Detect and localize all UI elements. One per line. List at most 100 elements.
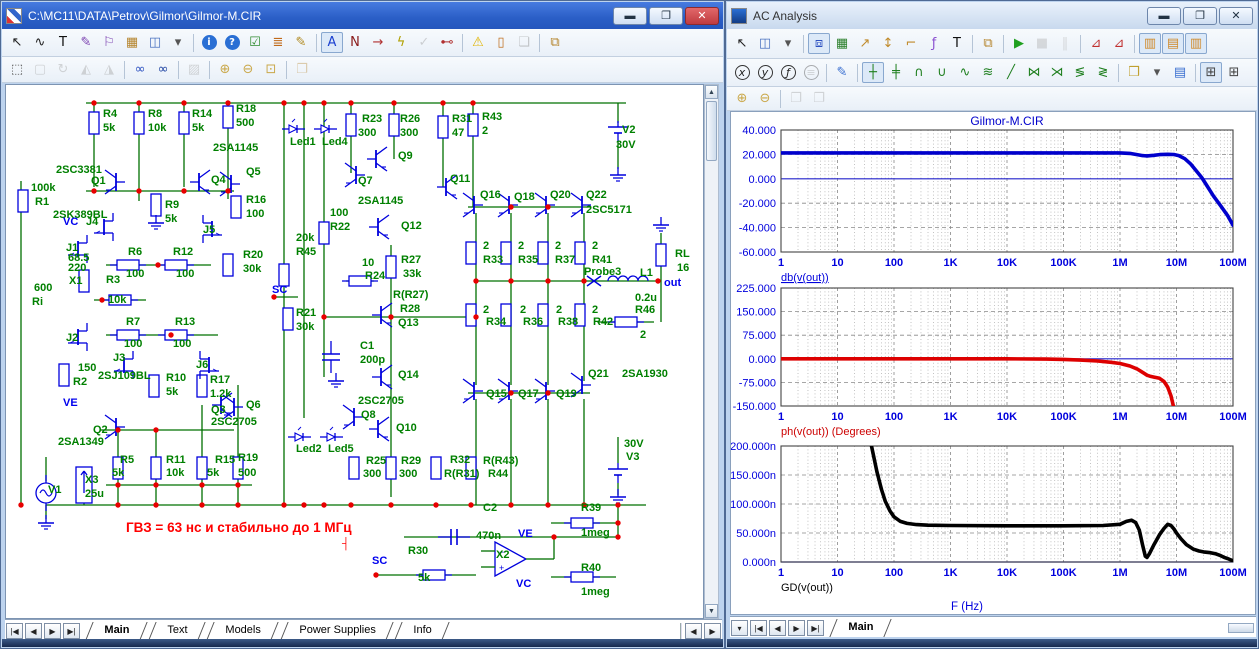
tab-models[interactable]: Models: [207, 622, 280, 640]
resize-grip[interactable]: [1228, 623, 1254, 633]
show-both-panels-icon[interactable]: ▥: [1185, 33, 1207, 54]
minimize-button[interactable]: ▬: [1147, 7, 1181, 25]
format-settings-icon[interactable]: ≡: [800, 62, 822, 83]
zoom-plot-icon[interactable]: ↗: [854, 33, 876, 54]
zoom-in-icon[interactable]: ⊕: [214, 59, 236, 80]
border-display-icon[interactable]: ▯: [490, 32, 512, 53]
analysis-limits-icon[interactable]: ⊿: [1085, 33, 1107, 54]
page-thumbnail-icon[interactable]: ❐: [291, 59, 313, 80]
minimize-button[interactable]: ▬: [613, 7, 647, 25]
show-pin-connections-icon[interactable]: ⊷: [436, 32, 458, 53]
flip-vertical-icon[interactable]: ◮: [98, 59, 120, 80]
schematic-vertical-scrollbar[interactable]: ▲ ▼: [704, 84, 719, 619]
graphics-mode-icon[interactable]: ✎: [75, 32, 97, 53]
flag-mode-icon[interactable]: ⚐: [98, 32, 120, 53]
restore-button[interactable]: ❐: [649, 7, 683, 25]
x-axis-settings-icon[interactable]: x: [731, 62, 753, 83]
numeric-output-icon[interactable]: ▤: [1169, 62, 1191, 83]
show-power-icon[interactable]: ϟ: [390, 32, 412, 53]
cursor-mode-icon[interactable]: ┼: [862, 62, 884, 83]
select-tool-icon[interactable]: ↖: [731, 33, 753, 54]
close-button[interactable]: ✕: [685, 7, 719, 25]
show-attribute-text-icon[interactable]: A: [321, 32, 343, 53]
analysis-titlebar[interactable]: AC Analysis ▬ ❐ ✕: [727, 2, 1257, 29]
box-select-icon[interactable]: ⬚: [6, 59, 28, 80]
file-link-icon[interactable]: ✎: [290, 32, 312, 53]
global-low-icon[interactable]: ≷: [1092, 62, 1114, 83]
copy-page-icon[interactable]: ❐: [785, 88, 807, 109]
pause-icon[interactable]: ‖: [1054, 33, 1076, 54]
command-list-icon[interactable]: ≣: [267, 32, 289, 53]
title-block-icon[interactable]: ❏: [513, 32, 535, 53]
hscroll-right-icon[interactable]: ▶: [704, 623, 721, 639]
zoom-to-fit-icon[interactable]: ⊡: [260, 59, 282, 80]
tab-nav-arrow-icon[interactable]: ▶: [788, 620, 805, 636]
plot-panel[interactable]: 40.00020.0000.000-20.000-40.000-60.00011…: [730, 111, 1256, 615]
tab-main[interactable]: Main: [85, 622, 147, 640]
repeat-last-find-icon[interactable]: ∞: [152, 59, 174, 80]
zoom-out-icon[interactable]: ⊖: [754, 88, 776, 109]
find-icon[interactable]: ∞: [129, 59, 151, 80]
tab-main[interactable]: Main: [829, 619, 891, 637]
tab-nav-arrow-icon[interactable]: |◀: [750, 620, 767, 636]
component-menu-icon[interactable]: ◫: [144, 32, 166, 53]
text-mode-icon[interactable]: T: [946, 33, 968, 54]
pan-mode-icon[interactable]: ⌐: [900, 33, 922, 54]
tab-nav-arrow-icon[interactable]: ▶|: [63, 623, 80, 639]
zoom-in-icon[interactable]: ⊕: [731, 88, 753, 109]
tab-nav-arrow-icon[interactable]: ▶|: [807, 620, 824, 636]
stepping-icon[interactable]: ⊿: [1108, 33, 1130, 54]
rotate-icon[interactable]: ↻: [52, 59, 74, 80]
run-icon[interactable]: ▶: [1008, 33, 1030, 54]
go-to-valley-icon[interactable]: ∪: [931, 62, 953, 83]
scroll-up-icon[interactable]: ▲: [705, 85, 718, 99]
hscroll-left-icon[interactable]: ◀: [685, 623, 702, 639]
y-axis-settings-icon[interactable]: y: [754, 62, 776, 83]
zoom-select-icon[interactable]: ⧈: [808, 33, 830, 54]
tab-nav-arrow-icon[interactable]: ◀: [25, 623, 42, 639]
fx-settings-icon[interactable]: ƒ: [777, 62, 799, 83]
waveform-label[interactable]: GD(v(out)): [781, 582, 833, 594]
help-mode-icon[interactable]: ?: [221, 32, 243, 53]
wire-mode-icon[interactable]: ∿: [29, 32, 51, 53]
global-high-icon[interactable]: ≶: [1069, 62, 1091, 83]
tab-nav-arrow-icon[interactable]: |◀: [6, 623, 23, 639]
track-cursor-icon[interactable]: ╪: [885, 62, 907, 83]
tab-nav-arrow-icon[interactable]: ◀: [769, 620, 786, 636]
low-point-icon[interactable]: ⋊: [1046, 62, 1068, 83]
edit-limits-icon[interactable]: ✎: [831, 62, 853, 83]
warnings-icon[interactable]: ⚠: [467, 32, 489, 53]
component-menu-icon[interactable]: ◫: [754, 33, 776, 54]
normalize-axes-icon[interactable]: ⊞: [1200, 62, 1222, 83]
tab-nav-arrow-icon[interactable]: ▶: [44, 623, 61, 639]
show-plot-panel-icon[interactable]: ▥: [1139, 33, 1161, 54]
go-to-slope-icon[interactable]: ╱: [1000, 62, 1022, 83]
properties-icon[interactable]: ⧉: [544, 32, 566, 53]
tab-power-supplies[interactable]: Power Supplies: [280, 622, 394, 640]
waveform-label[interactable]: db(v(out)): [781, 272, 829, 284]
clear-region-icon[interactable]: ▢: [29, 59, 51, 80]
properties-icon[interactable]: ⧉: [977, 33, 999, 54]
scroll-down-icon[interactable]: ▼: [705, 604, 718, 618]
fx-mode-icon[interactable]: ƒ: [923, 33, 945, 54]
show-node-numbers-icon[interactable]: N: [344, 32, 366, 53]
smooth-mode-icon[interactable]: ≋: [977, 62, 999, 83]
schematic-titlebar[interactable]: C:\MC11\DATA\Petrov\Gilmor\Gilmor-M.CIR …: [2, 2, 723, 29]
clipboard-dropdown-icon[interactable]: ▾: [1146, 62, 1168, 83]
stop-icon[interactable]: ■: [1031, 33, 1053, 54]
info-mode-icon[interactable]: i: [198, 32, 220, 53]
flip-horizontal-icon[interactable]: ◭: [75, 59, 97, 80]
scroll-thumb[interactable]: [706, 101, 717, 161]
scope-mode-icon[interactable]: ▦: [831, 33, 853, 54]
vertical-scale-icon[interactable]: ↕: [877, 33, 899, 54]
text-mode-icon[interactable]: T: [52, 32, 74, 53]
show-conditions-icon[interactable]: ✓: [413, 32, 435, 53]
go-to-peak-icon[interactable]: ∩: [908, 62, 930, 83]
find-component-icon[interactable]: ▦: [121, 32, 143, 53]
model-check-icon[interactable]: ☑: [244, 32, 266, 53]
component-dropdown-icon[interactable]: ▾: [167, 32, 189, 53]
component-dropdown-icon[interactable]: ▾: [777, 33, 799, 54]
select-tool-icon[interactable]: ↖: [6, 32, 28, 53]
next-waveform-icon[interactable]: ∿: [954, 62, 976, 83]
tab-nav-menu-icon[interactable]: ▾: [731, 620, 748, 636]
